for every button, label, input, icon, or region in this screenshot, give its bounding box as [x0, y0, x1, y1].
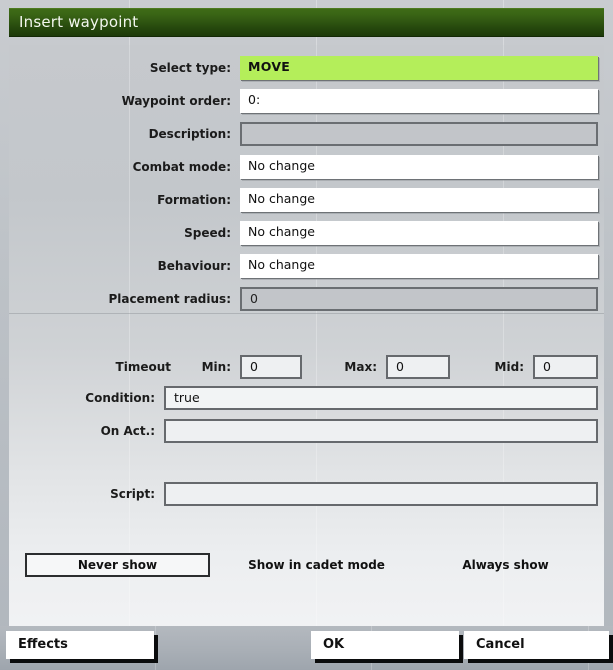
label-timeout-max: Max: [344, 360, 377, 374]
label-placement-radius: Placement radius: [108, 292, 231, 306]
panel-divider [9, 313, 604, 314]
label-select-type: Select type: [149, 61, 231, 75]
dialog-footer: Effects OK Cancel [0, 626, 613, 670]
footer-seam [155, 626, 156, 670]
effects-button[interactable]: Effects [6, 631, 154, 659]
dialog-body: Select type: MOVE Waypoint order: 0: Des… [9, 45, 604, 626]
label-speed: Speed: [184, 226, 231, 240]
label-combat-mode: Combat mode: [132, 160, 231, 174]
visibility-option-always-show[interactable]: Always show [413, 555, 598, 579]
cancel-button[interactable]: Cancel [464, 631, 609, 659]
field-formation[interactable]: No change [240, 188, 598, 212]
ok-button[interactable]: OK [311, 631, 459, 659]
insert-waypoint-dialog: Insert waypoint Select type: MOVE Waypoi… [0, 0, 613, 670]
label-timeout: Timeout [115, 360, 171, 374]
field-description [240, 122, 598, 146]
label-timeout-mid: Mid: [494, 360, 524, 374]
label-behaviour: Behaviour: [157, 259, 231, 273]
field-speed[interactable]: No change [240, 221, 598, 245]
field-timeout-min[interactable]: 0 [240, 355, 302, 379]
field-combat-mode[interactable]: No change [240, 155, 598, 179]
label-on-act: On Act.: [100, 424, 155, 438]
visibility-option-never-show[interactable]: Never show [25, 553, 210, 577]
field-script[interactable] [164, 482, 598, 506]
dialog-title: Insert waypoint [19, 13, 139, 31]
field-timeout-max[interactable]: 0 [386, 355, 450, 379]
label-script: Script: [110, 487, 155, 501]
visibility-option-show-in-cadet-mode[interactable]: Show in cadet mode [224, 555, 409, 579]
field-waypoint-order[interactable]: 0: [240, 89, 598, 113]
field-placement-radius: 0 [240, 287, 598, 311]
field-timeout-mid[interactable]: 0 [533, 355, 598, 379]
label-condition: Condition: [85, 391, 155, 405]
label-formation: Formation: [157, 193, 231, 207]
field-on-act[interactable] [164, 419, 598, 443]
label-waypoint-order: Waypoint order: [121, 94, 231, 108]
label-description: Description: [148, 127, 231, 141]
label-timeout-min: Min: [201, 360, 231, 374]
field-behaviour[interactable]: No change [240, 254, 598, 278]
field-condition[interactable]: true [164, 386, 598, 410]
dialog-title-bar: Insert waypoint [9, 8, 604, 37]
field-select-type[interactable]: MOVE [240, 56, 598, 80]
